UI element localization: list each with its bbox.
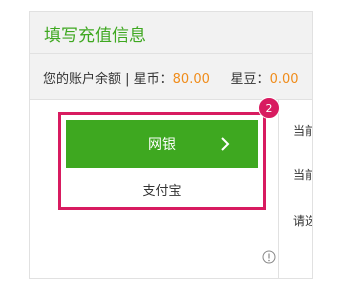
panel-title: 填写充值信息: [44, 26, 146, 46]
payment-method-list: 网银 支付宝: [30, 100, 279, 278]
star-bean-value: 0.00: [269, 72, 299, 87]
highlight-frame: [58, 112, 266, 210]
step-number-badge: 2: [258, 97, 280, 119]
balance-label: 您的账户余额 | 星币：: [43, 72, 173, 87]
info-icon: [262, 250, 276, 264]
account-balance: 您的账户余额 | 星币：80.00 星豆：0.00: [43, 68, 299, 87]
star-bean-label: 星豆：: [230, 72, 270, 87]
title-divider: [30, 53, 312, 54]
recharge-panel: 填写充值信息 您的账户余额 | 星币：80.00 星豆：0.00 网银 支付宝 …: [29, 11, 313, 279]
side-label-select: 请选: [293, 214, 312, 228]
side-label-current-2: 当前: [293, 168, 312, 182]
side-label-current-1: 当前: [293, 124, 312, 138]
star-coin-value: 80.00: [172, 72, 210, 87]
